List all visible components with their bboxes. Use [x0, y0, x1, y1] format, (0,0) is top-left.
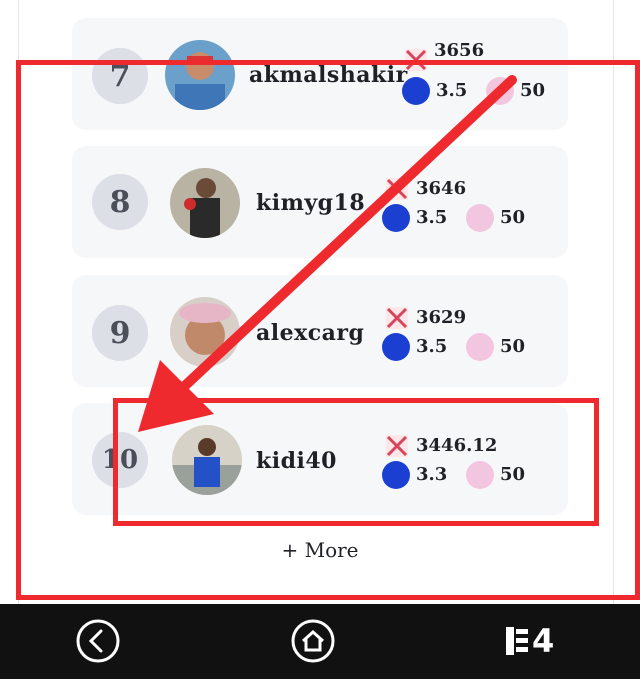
card-avatar-icon — [486, 77, 514, 105]
cards-value: 50 — [500, 464, 526, 485]
avatar[interactable] — [172, 425, 242, 495]
steem-icon — [402, 77, 430, 105]
more-link[interactable]: + More — [0, 538, 640, 562]
username[interactable]: kimyg18 — [256, 190, 365, 216]
system-nav-bar: 4 — [0, 604, 640, 679]
power-value: 3646 — [416, 178, 467, 199]
cards-value: 50 — [500, 207, 526, 228]
power-value: 3446.12 — [416, 435, 498, 456]
crossed-swords-icon — [386, 178, 408, 200]
card-avatar-icon — [466, 204, 494, 232]
card-avatar-icon — [466, 461, 494, 489]
avatar[interactable] — [170, 168, 240, 238]
username[interactable]: alexcarg — [256, 320, 364, 346]
steem-value: 3.3 — [416, 464, 448, 485]
home-icon[interactable] — [290, 618, 336, 664]
steem-icon — [382, 333, 410, 361]
rank-badge: 7 — [92, 48, 148, 104]
rank-badge: 8 — [92, 174, 148, 230]
card-avatar-icon — [466, 333, 494, 361]
power-value: 3656 — [434, 40, 485, 56]
chevron-left-icon[interactable] — [75, 618, 121, 664]
steem-value: 3.5 — [436, 80, 468, 101]
crossed-swords-icon — [405, 49, 427, 71]
cards-value: 50 — [520, 80, 546, 101]
steem-value: 3.5 — [416, 207, 448, 228]
steem-value: 3.5 — [416, 336, 448, 357]
steem-icon — [382, 461, 410, 489]
apps-list-icon — [506, 627, 528, 655]
crossed-swords-icon — [386, 435, 408, 457]
rank-badge: 9 — [92, 305, 148, 361]
username[interactable]: kidi40 — [256, 448, 337, 474]
apps-switcher-button[interactable]: 4 — [506, 622, 555, 660]
apps-count: 4 — [532, 622, 555, 660]
avatar[interactable] — [165, 40, 235, 110]
steem-icon — [382, 204, 410, 232]
avatar[interactable] — [170, 297, 240, 367]
rank-badge: 10 — [92, 432, 148, 488]
cards-value: 50 — [500, 336, 526, 357]
username[interactable]: akmalshakir — [249, 62, 408, 88]
crossed-swords-icon — [386, 307, 408, 329]
power-value: 3629 — [416, 307, 467, 328]
